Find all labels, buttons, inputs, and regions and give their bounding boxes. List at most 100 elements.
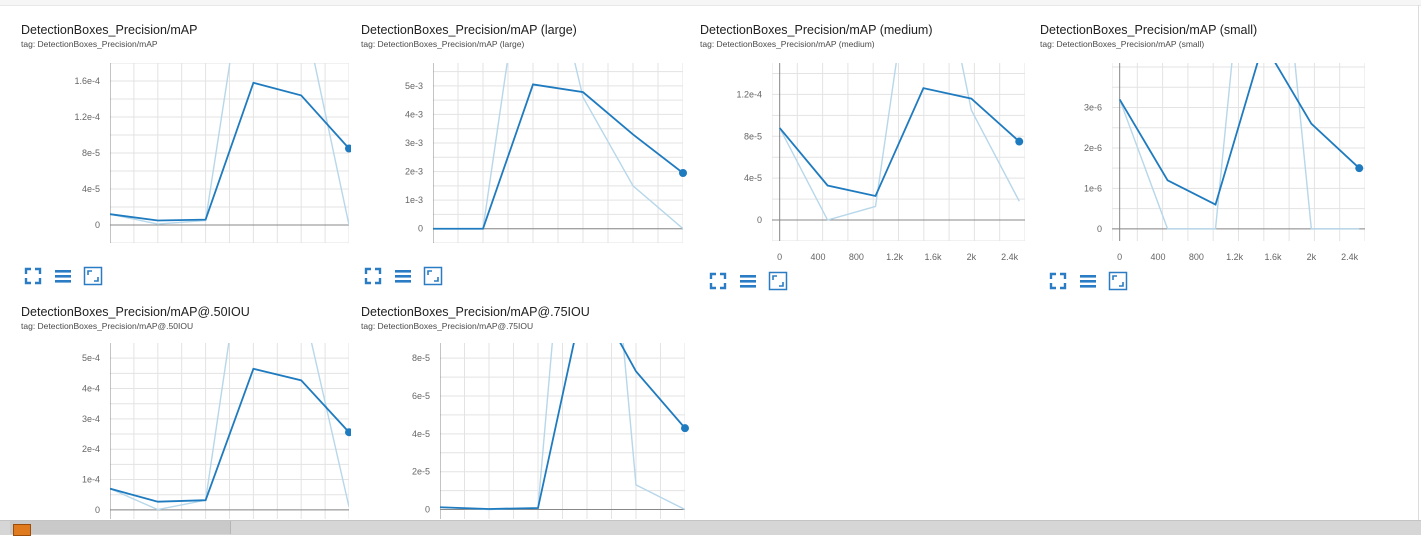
fit-corner	[366, 278, 371, 283]
y-tick-label: 1.6e-4	[74, 76, 100, 86]
expand-arrows	[428, 271, 438, 281]
y-tick-label: 5e-4	[82, 353, 100, 363]
table-row-line	[740, 285, 756, 288]
y-tick-label: 2e-3	[405, 167, 423, 177]
data-table-icon[interactable]	[53, 266, 73, 286]
y-tick-label: 0	[757, 215, 762, 225]
y-tick-label: 4e-3	[405, 109, 423, 119]
chart-plot[interactable]: 04e-58e-51.2e-41.6e-4	[21, 23, 351, 248]
fit-domain-icon[interactable]	[363, 266, 383, 286]
y-tick-label: 6e-5	[412, 391, 430, 401]
plot-area	[440, 305, 685, 519]
table-row-line	[1080, 275, 1096, 278]
fit-domain-icon[interactable]	[708, 271, 728, 291]
y-tick-label: 0	[1097, 224, 1102, 234]
last-value-marker	[1355, 164, 1363, 172]
scalar-card: DetectionBoxes_Precision/mAP (medium) ta…	[700, 23, 1030, 291]
card-controls	[1048, 271, 1128, 291]
plot-area	[1112, 23, 1365, 241]
last-value-marker	[681, 424, 689, 432]
data-table-icon-glyph	[738, 271, 758, 291]
fit-corner	[720, 283, 725, 288]
y-tick-label: 4e-4	[82, 384, 100, 394]
y-tick-label: 1.2e-4	[74, 112, 100, 122]
y-tick-label: 3e-6	[1084, 103, 1102, 113]
expand-icon-glyph	[1108, 271, 1128, 291]
chart-plot[interactable]: 01e-62e-63e-604008001.2k1.6k2k2.4k	[1040, 23, 1370, 268]
fit-corner	[1060, 274, 1065, 279]
top-border	[0, 0, 1421, 6]
y-tick-label: 1.2e-4	[736, 89, 762, 99]
plot-area	[110, 23, 349, 243]
fit-domain-icon[interactable]	[23, 266, 43, 286]
fit-domain-icon-glyph	[1048, 271, 1068, 291]
table-row-line	[55, 280, 71, 283]
chart-plot[interactable]: 0 1e-3 2e-3 3e-3 4e-3 5e-3	[361, 23, 691, 248]
y-tick-label: 3e-4	[82, 414, 100, 424]
expand-icon[interactable]	[423, 266, 443, 286]
expand-arrows	[773, 276, 783, 286]
x-tick-label: 1.2k	[886, 252, 904, 262]
x-tick-label: 0	[1117, 252, 1122, 262]
y-tick-label: 5e-3	[405, 81, 423, 91]
data-table-icon-glyph	[393, 266, 413, 286]
expand-icon[interactable]	[768, 271, 788, 291]
fit-domain-icon-glyph	[23, 266, 43, 286]
chart-plot[interactable]: 04e-58e-51.2e-404008001.2k1.6k2k2.4k	[700, 23, 1030, 268]
chart-plot[interactable]: 02e-54e-56e-58e-5	[361, 305, 691, 520]
table-row-line	[740, 280, 756, 283]
x-tick-label: 800	[849, 252, 864, 262]
x-tick-label: 400	[810, 252, 825, 262]
y-tick-label: 1e-3	[405, 195, 423, 205]
table-row-line	[1080, 285, 1096, 288]
y-tick-label: 4e-5	[412, 429, 430, 439]
expand-icon[interactable]	[83, 266, 103, 286]
expand-arrows	[88, 271, 98, 281]
y-tick-label: 3e-3	[405, 138, 423, 148]
x-tick-label: 2k	[967, 252, 977, 262]
expand-arrows	[1113, 276, 1123, 286]
expand-icon-glyph	[768, 271, 788, 291]
taskbar-item[interactable]	[10, 521, 231, 534]
x-tick-label: 2.4k	[1341, 252, 1359, 262]
x-tick-label: 1.2k	[1226, 252, 1244, 262]
y-tick-label: 1e-6	[1084, 183, 1102, 193]
x-tick-label: 2.4k	[1001, 252, 1019, 262]
table-row-line	[395, 270, 411, 273]
card-controls	[363, 266, 443, 286]
table-row-line	[55, 270, 71, 273]
x-tick-label: 400	[1150, 252, 1165, 262]
plot-area	[110, 305, 349, 519]
data-table-icon-glyph	[53, 266, 73, 286]
plot-area	[772, 23, 1025, 241]
y-tick-label: 0	[418, 224, 423, 234]
fit-corner	[26, 269, 31, 274]
scalar-card: DetectionBoxes_Precision/mAP@.75IOU tag:…	[361, 305, 691, 520]
data-table-icon[interactable]	[738, 271, 758, 291]
fit-corner	[35, 278, 40, 283]
fit-corner	[1051, 274, 1056, 279]
card-controls	[23, 266, 103, 286]
right-scroll-edge	[1418, 5, 1419, 520]
fit-domain-icon-glyph	[363, 266, 383, 286]
raw-series-line	[780, 23, 1020, 220]
fit-domain-icon[interactable]	[1048, 271, 1068, 291]
expand-frame	[425, 268, 442, 285]
fit-corner	[26, 278, 31, 283]
series-line	[780, 88, 1020, 196]
data-table-icon[interactable]	[1078, 271, 1098, 291]
y-tick-label: 0	[95, 505, 100, 515]
y-tick-label: 0	[95, 220, 100, 230]
expand-frame	[770, 273, 787, 290]
expand-icon[interactable]	[1108, 271, 1128, 291]
fit-corner	[1060, 283, 1065, 288]
x-tick-label: 2k	[1307, 252, 1317, 262]
chart-plot[interactable]: 01e-42e-43e-44e-45e-4	[21, 305, 351, 520]
scalar-card: DetectionBoxes_Precision/mAP (small) tag…	[1040, 23, 1370, 291]
data-table-icon[interactable]	[393, 266, 413, 286]
table-row-line	[55, 275, 71, 278]
y-tick-label: 8e-5	[412, 353, 430, 363]
table-row-line	[395, 275, 411, 278]
y-tick-label: 1e-4	[82, 475, 100, 485]
fit-corner	[35, 269, 40, 274]
